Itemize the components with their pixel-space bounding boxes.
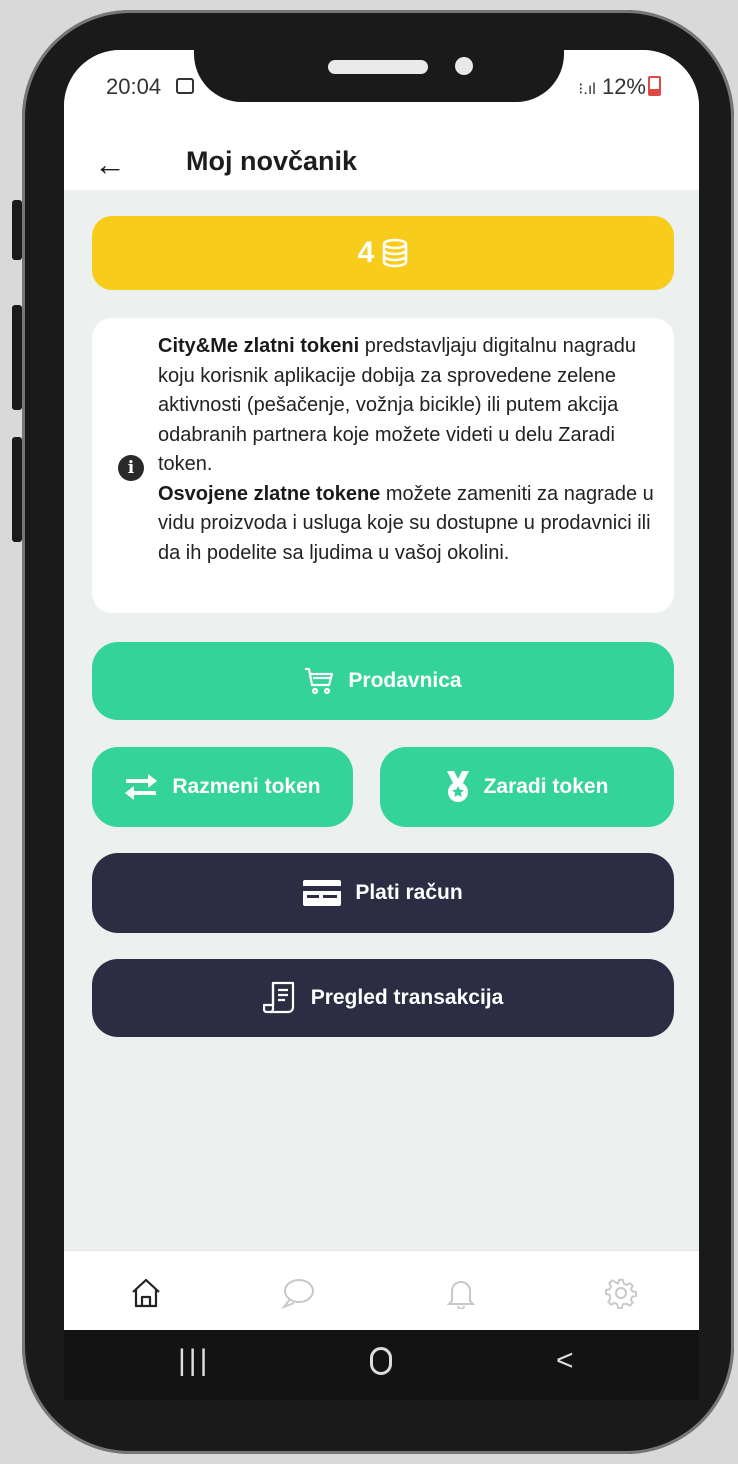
tab-notifications[interactable] xyxy=(441,1273,481,1313)
coin-stack-icon xyxy=(383,238,408,268)
pay-bill-button[interactable]: Plati račun xyxy=(92,853,674,933)
app-bar: ← Moj novčanik xyxy=(64,138,699,190)
medal-icon xyxy=(446,771,470,803)
back-chevron-icon[interactable]: < xyxy=(556,1344,574,1378)
battery-level: 12% xyxy=(601,74,646,99)
token-balance-card: 4 xyxy=(92,216,674,290)
front-camera xyxy=(455,57,473,75)
info-card: i City&Me zlatni tokeni predstavljaju di… xyxy=(92,318,674,613)
signal-icon: ⁝.ıl xyxy=(578,81,596,98)
info-bold-2: Osvojene zlatne tokene xyxy=(158,482,381,505)
transaction-history-label: Pregled transakcija xyxy=(310,986,504,1009)
earn-token-label: Zaradi token xyxy=(483,775,609,798)
gear-icon xyxy=(605,1278,637,1309)
earn-token-button[interactable]: Zaradi token xyxy=(380,747,674,827)
recent-apps-icon[interactable]: ||| xyxy=(178,1344,210,1378)
back-arrow-icon[interactable]: ← xyxy=(94,146,126,183)
transaction-history-button[interactable]: Pregled transakcija xyxy=(92,959,674,1037)
pay-bill-label: Plati račun xyxy=(355,881,463,904)
side-button xyxy=(12,437,22,542)
shop-button[interactable]: Prodavnica xyxy=(92,642,674,720)
speaker-grille xyxy=(328,60,428,74)
info-icon: i xyxy=(118,455,144,481)
bell-icon xyxy=(447,1281,475,1309)
camera-notch xyxy=(194,50,564,102)
volume-down-button xyxy=(12,305,22,410)
battery-icon xyxy=(648,76,661,96)
system-navigation-bar: ||| < xyxy=(64,1330,699,1400)
receipt-icon xyxy=(262,981,297,1015)
bottom-navigation: ||| < xyxy=(64,1250,699,1400)
exchange-token-label: Razmeni token xyxy=(172,775,321,798)
tab-chat[interactable] xyxy=(278,1273,318,1313)
wallet-content: 4 i City&Me zlatni tokeni predstavljaju … xyxy=(64,190,699,1400)
chat-icon xyxy=(281,1279,314,1309)
page-title: Moj novčanik xyxy=(186,146,358,176)
token-balance-value: 4 xyxy=(357,236,375,269)
gallery-notification-icon xyxy=(176,78,194,94)
shop-button-label: Prodavnica xyxy=(348,669,462,692)
swap-arrows-icon xyxy=(124,774,158,800)
tab-home[interactable] xyxy=(126,1273,166,1313)
home-icon xyxy=(132,1278,160,1308)
tab-bar xyxy=(64,1250,699,1331)
cart-icon xyxy=(304,667,334,695)
status-indicators: ⁝.ıl 12% xyxy=(578,74,661,100)
tab-settings[interactable] xyxy=(601,1273,641,1313)
volume-up-button xyxy=(12,200,22,260)
info-text: City&Me zlatni tokeni predstavljaju digi… xyxy=(158,332,662,568)
home-circle-icon[interactable] xyxy=(370,1347,392,1375)
app-screen: 20:04 ⁝.ıl 12% ← Moj novčanik 4 i City&M… xyxy=(64,50,699,1400)
status-time: 20:04 xyxy=(106,74,162,99)
exchange-token-button[interactable]: Razmeni token xyxy=(92,747,353,827)
info-bold-1: City&Me zlatni tokeni xyxy=(158,335,360,357)
credit-card-icon xyxy=(303,880,342,906)
